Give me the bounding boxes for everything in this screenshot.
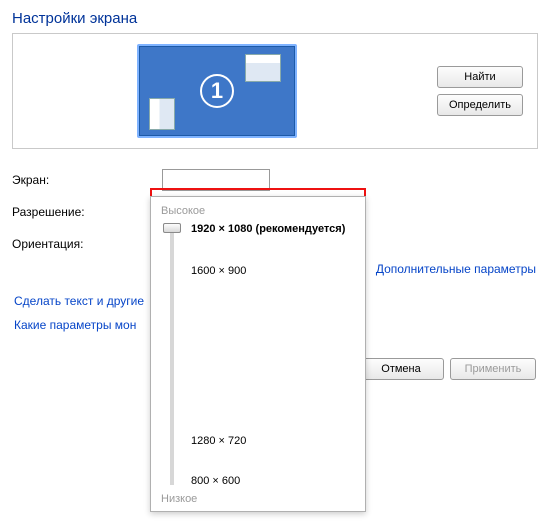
orientation-label: Ориентация:	[12, 237, 162, 251]
resolution-option[interactable]: 800 × 600	[191, 475, 240, 487]
identify-button[interactable]: Определить	[437, 94, 523, 116]
window-thumb-icon	[149, 98, 175, 130]
slider-thumb-icon[interactable]	[163, 223, 181, 233]
resolution-dropdown: Высокое 1920 × 1080 (рекомендуется) 1600 …	[150, 196, 366, 512]
resolution-option[interactable]: 1920 × 1080 (рекомендуется)	[191, 223, 345, 235]
cancel-button[interactable]: Отмена	[358, 358, 444, 380]
screen-input[interactable]	[162, 169, 270, 191]
resolution-label: Разрешение:	[12, 205, 162, 219]
screen-label: Экран:	[12, 173, 162, 187]
monitor-preview[interactable]: 1	[137, 44, 297, 138]
find-button[interactable]: Найти	[437, 66, 523, 88]
monitor-number: 1	[200, 74, 234, 108]
advanced-settings-link[interactable]: Дополнительные параметры	[376, 262, 536, 276]
page-title: Настройки экрана	[12, 10, 538, 27]
display-preview-box: 1 Найти Определить	[12, 33, 538, 149]
dropdown-header: Высокое	[161, 205, 355, 217]
resolution-option[interactable]: 1280 × 720	[191, 435, 246, 447]
resolution-slider[interactable]	[161, 223, 183, 489]
dropdown-footer: Низкое	[161, 493, 355, 505]
resolution-option[interactable]: 1600 × 900	[191, 265, 246, 277]
apply-button[interactable]: Применить	[450, 358, 536, 380]
which-params-link[interactable]: Какие параметры мон	[14, 318, 144, 332]
text-size-link[interactable]: Сделать текст и другие	[14, 294, 144, 308]
window-thumb-icon	[245, 54, 281, 82]
